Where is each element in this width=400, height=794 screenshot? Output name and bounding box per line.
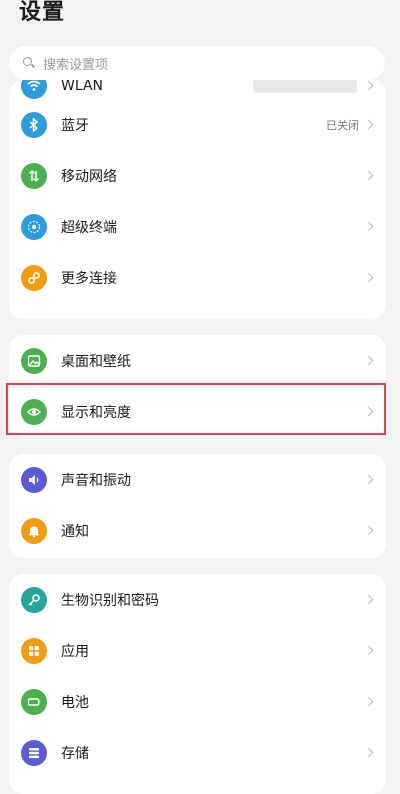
chevron-right-icon — [363, 221, 374, 232]
settings-item-label: 应用 — [61, 643, 89, 660]
system-group: 生物识别和密码 应用 电池 存储 — [9, 574, 386, 794]
key-icon — [21, 586, 47, 613]
bluetooth-icon — [21, 111, 47, 138]
page-title: 设置 — [19, 0, 66, 25]
search-input[interactable]: 搜索设置项 — [9, 46, 385, 80]
settings-item-storage[interactable]: 存储 — [9, 727, 386, 778]
settings-item-bluetooth[interactable]: 蓝牙 已关闭 — [9, 99, 386, 150]
chevron-right-icon — [363, 272, 374, 283]
settings-item-label: 电池 — [61, 694, 89, 711]
settings-item-more-connections[interactable]: 更多连接 — [9, 252, 386, 303]
settings-item-wlan[interactable]: WLAN — [9, 80, 386, 99]
chevron-right-icon — [363, 594, 374, 605]
settings-item-mobile-network[interactable]: 移动网络 — [9, 150, 386, 201]
link-icon — [21, 264, 47, 291]
settings-item-label: 生物识别和密码 — [61, 592, 159, 609]
storage-icon — [21, 739, 47, 766]
sound-notification-group: 声音和振动 通知 — [9, 454, 386, 558]
settings-item-label: 桌面和壁纸 — [61, 353, 131, 370]
settings-item-label: 移动网络 — [61, 168, 117, 185]
bluetooth-status: 已关闭 — [326, 118, 359, 132]
wlan-network-name — [253, 80, 357, 93]
search-placeholder: 搜索设置项 — [43, 57, 109, 73]
settings-item-apps[interactable]: 应用 — [9, 625, 386, 676]
settings-item-label: WLAN — [61, 80, 104, 94]
chevron-right-icon — [363, 747, 374, 758]
chevron-right-icon — [363, 525, 374, 536]
wifi-icon — [21, 80, 47, 99]
settings-item-battery[interactable]: 电池 — [9, 676, 386, 727]
connectivity-group: WLAN 蓝牙 已关闭 移动网络 超级终端 更多连接 — [9, 80, 386, 319]
settings-item-notifications[interactable]: 通知 — [9, 505, 386, 556]
settings-item-super-device[interactable]: 超级终端 — [9, 201, 386, 252]
settings-item-label: 通知 — [61, 523, 89, 540]
bell-icon — [21, 517, 47, 544]
settings-item-label: 声音和振动 — [61, 472, 131, 489]
speaker-icon — [21, 466, 47, 493]
chevron-right-icon — [363, 80, 374, 91]
settings-item-label: 更多连接 — [61, 270, 117, 287]
battery-icon — [21, 688, 47, 715]
chevron-right-icon — [363, 355, 374, 366]
settings-item-label: 蓝牙 — [61, 117, 89, 134]
settings-item-label: 超级终端 — [61, 219, 117, 236]
chevron-right-icon — [363, 696, 374, 707]
settings-item-label: 存储 — [61, 745, 89, 762]
search-icon — [23, 57, 35, 69]
settings-item-sound-vibration[interactable]: 声音和振动 — [9, 454, 386, 505]
apps-icon — [21, 637, 47, 664]
highlight-box — [6, 383, 386, 435]
chevron-right-icon — [363, 474, 374, 485]
settings-item-desktop-wallpaper[interactable]: 桌面和壁纸 — [9, 335, 386, 386]
wallpaper-icon — [21, 347, 47, 374]
settings-item-biometrics-password[interactable]: 生物识别和密码 — [9, 574, 386, 625]
chevron-right-icon — [363, 645, 374, 656]
mobile-network-icon — [21, 162, 47, 189]
chevron-right-icon — [363, 170, 374, 181]
chevron-right-icon — [363, 119, 374, 130]
super-device-icon — [21, 213, 47, 240]
